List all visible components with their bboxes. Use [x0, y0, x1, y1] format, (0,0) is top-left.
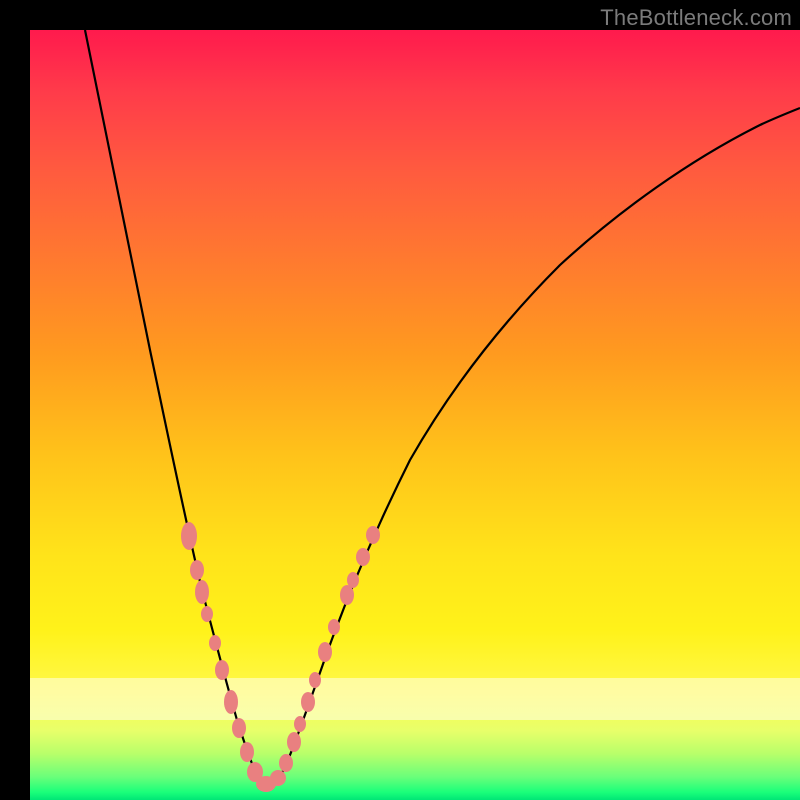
background-gradient [30, 30, 800, 800]
watermark-text: TheBottleneck.com [600, 5, 792, 31]
outer-frame: TheBottleneck.com [0, 0, 800, 800]
plot-area [30, 30, 800, 800]
